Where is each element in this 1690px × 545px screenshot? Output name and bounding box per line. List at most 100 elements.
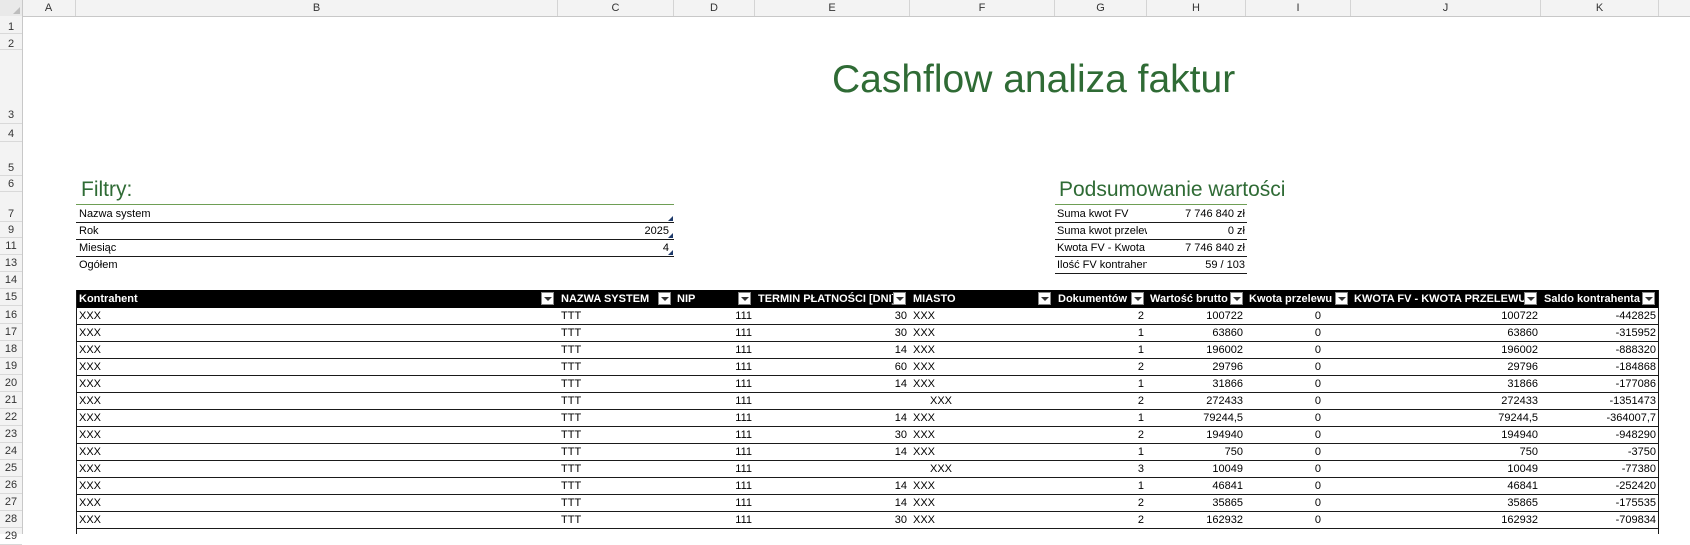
column-header-g[interactable]: G bbox=[1055, 0, 1147, 16]
row-header-16[interactable]: 16 bbox=[0, 306, 22, 324]
row-header-9[interactable]: 9 bbox=[0, 222, 22, 238]
row-header-18[interactable]: 18 bbox=[0, 341, 22, 358]
cell-kontrahent[interactable]: XXX bbox=[76, 342, 558, 358]
cell-kwota-przelewu[interactable]: 0 bbox=[1246, 308, 1351, 324]
table-row[interactable]: XXX TTT 111 30 XXX 2 194940 0 194940 -94… bbox=[76, 427, 1659, 444]
cell-nip[interactable]: 111 bbox=[674, 376, 755, 392]
cell-dokumentow[interactable]: 1 bbox=[1055, 342, 1147, 358]
cell-saldo[interactable]: -3750 bbox=[1541, 444, 1659, 460]
cell-nip[interactable]: 111 bbox=[674, 342, 755, 358]
filter-dropdown-icon[interactable] bbox=[658, 292, 671, 305]
header-kwota-przelewu[interactable]: Kwota przelewu bbox=[1246, 290, 1351, 308]
row-header-7[interactable]: 7 bbox=[0, 192, 22, 222]
row-header-29[interactable]: 29 bbox=[0, 528, 22, 545]
cell-dokumentow[interactable]: 3 bbox=[1055, 461, 1147, 477]
cell-kwota-przelewu[interactable]: 0 bbox=[1246, 495, 1351, 511]
cell-miasto[interactable]: XXX bbox=[910, 325, 1055, 341]
cell-miasto[interactable]: XXX bbox=[910, 393, 1055, 409]
cell-termin[interactable]: 30 bbox=[755, 427, 910, 443]
cell-nazwa-system[interactable]: TTT bbox=[558, 478, 674, 494]
header-dokumentow[interactable]: Dokumentów bbox=[1055, 290, 1147, 308]
cell-kwota-fv-roznica[interactable]: 194940 bbox=[1351, 427, 1541, 443]
cell-saldo[interactable]: -77380 bbox=[1541, 461, 1659, 477]
cell-nip[interactable]: 111 bbox=[674, 512, 755, 528]
cell-nazwa-system[interactable]: TTT bbox=[558, 427, 674, 443]
cell-kontrahent[interactable]: XXX bbox=[76, 478, 558, 494]
cell-kwota-fv-roznica[interactable]: 162932 bbox=[1351, 512, 1541, 528]
filter-dropdown-icon[interactable] bbox=[1038, 292, 1051, 305]
cell-wartosc-brutto[interactable]: 35865 bbox=[1147, 495, 1246, 511]
cell-kontrahent[interactable]: XXX bbox=[76, 427, 558, 443]
column-header-f[interactable]: F bbox=[910, 0, 1055, 16]
cell-kwota-fv-roznica[interactable]: 10049 bbox=[1351, 461, 1541, 477]
cell-kontrahent[interactable]: XXX bbox=[76, 461, 558, 477]
cell-termin[interactable] bbox=[755, 461, 910, 477]
table-row[interactable]: XXX TTT 111 XXX 2 272433 0 272433 -13514… bbox=[76, 393, 1659, 410]
cell-nip[interactable]: 111 bbox=[674, 410, 755, 426]
filter-dropdown-icon[interactable] bbox=[541, 292, 554, 305]
filter-dropdown-icon[interactable] bbox=[1335, 292, 1348, 305]
filter-nazwa-system[interactable]: Nazwa system bbox=[76, 206, 674, 223]
header-kwota-fv-kwota-przelewu[interactable]: KWOTA FV - KWOTA PRZELEWU bbox=[1351, 290, 1541, 308]
select-all-corner[interactable] bbox=[0, 0, 23, 16]
cell-kwota-przelewu[interactable]: 0 bbox=[1246, 376, 1351, 392]
header-termin-platnosci[interactable]: TERMIN PŁATNOŚCI [DNI] bbox=[755, 290, 910, 308]
filter-dropdown-icon[interactable] bbox=[738, 292, 751, 305]
row-header-5[interactable]: 5 bbox=[0, 142, 22, 176]
filter-ogolem[interactable]: Ogółem bbox=[76, 257, 674, 274]
cell-miasto[interactable]: XXX bbox=[910, 308, 1055, 324]
cell-saldo[interactable]: -175535 bbox=[1541, 495, 1659, 511]
cell-nazwa-system[interactable]: TTT bbox=[558, 393, 674, 409]
cell-dokumentow[interactable]: 1 bbox=[1055, 478, 1147, 494]
cell-kontrahent[interactable]: XXX bbox=[76, 512, 558, 528]
cell-kwota-przelewu[interactable]: 0 bbox=[1246, 461, 1351, 477]
cell-saldo[interactable]: -364007,7 bbox=[1541, 410, 1659, 426]
row-header-27[interactable]: 27 bbox=[0, 494, 22, 511]
cell-miasto[interactable]: XXX bbox=[910, 427, 1055, 443]
cell-termin[interactable]: 30 bbox=[755, 308, 910, 324]
cell-termin[interactable]: 14 bbox=[755, 410, 910, 426]
filter-dropdown-icon[interactable] bbox=[1131, 292, 1144, 305]
table-row[interactable]: XXX TTT 111 60 XXX 2 29796 0 29796 -1848… bbox=[76, 359, 1659, 376]
column-header-c[interactable]: C bbox=[558, 0, 674, 16]
filter-dropdown-icon[interactable] bbox=[1642, 292, 1655, 305]
cell-dokumentow[interactable]: 2 bbox=[1055, 393, 1147, 409]
cell-nip[interactable]: 111 bbox=[674, 308, 755, 324]
cell-nip[interactable]: 111 bbox=[674, 478, 755, 494]
filter-dropdown-icon[interactable] bbox=[1230, 292, 1243, 305]
cell-dokumentow[interactable]: 1 bbox=[1055, 410, 1147, 426]
cell-saldo[interactable]: -184868 bbox=[1541, 359, 1659, 375]
cell-saldo[interactable]: -709834 bbox=[1541, 512, 1659, 528]
filter-dropdown-icon[interactable] bbox=[1524, 292, 1537, 305]
cell-kwota-fv-roznica[interactable]: 79244,5 bbox=[1351, 410, 1541, 426]
cell-miasto[interactable]: XXX bbox=[910, 461, 1055, 477]
cell-wartosc-brutto[interactable]: 10049 bbox=[1147, 461, 1246, 477]
row-header-21[interactable]: 21 bbox=[0, 392, 22, 409]
cell-nip[interactable]: 111 bbox=[674, 393, 755, 409]
column-header-a[interactable]: A bbox=[22, 0, 76, 16]
cell-nazwa-system[interactable]: TTT bbox=[558, 495, 674, 511]
table-row[interactable]: XXX TTT 111 14 XXX 1 79244,5 0 79244,5 -… bbox=[76, 410, 1659, 427]
cell-termin[interactable]: 14 bbox=[755, 478, 910, 494]
cell-kwota-przelewu[interactable]: 0 bbox=[1246, 410, 1351, 426]
table-row[interactable]: XXX TTT 111 14 XXX 1 750 0 750 -3750 bbox=[76, 444, 1659, 461]
table-row[interactable]: XXX TTT 111 30 XXX 2 100722 0 100722 -44… bbox=[76, 308, 1659, 325]
cell-nip[interactable]: 111 bbox=[674, 325, 755, 341]
header-nazwa-system[interactable]: NAZWA SYSTEM bbox=[558, 290, 674, 308]
column-header-b[interactable]: B bbox=[76, 0, 558, 16]
cell-kontrahent[interactable]: XXX bbox=[76, 410, 558, 426]
table-row[interactable]: XXX TTT 111 14 XXX 1 46841 0 46841 -2524… bbox=[76, 478, 1659, 495]
cell-dokumentow[interactable]: 2 bbox=[1055, 427, 1147, 443]
table-row[interactable]: XXX TTT 111 14 XXX 1 196002 0 196002 -88… bbox=[76, 342, 1659, 359]
row-header-26[interactable]: 26 bbox=[0, 477, 22, 494]
cell-dokumentow[interactable]: 2 bbox=[1055, 495, 1147, 511]
cell-miasto[interactable]: XXX bbox=[910, 376, 1055, 392]
header-nip[interactable]: NIP bbox=[674, 290, 755, 308]
cell-wartosc-brutto[interactable]: 162932 bbox=[1147, 512, 1246, 528]
cell-saldo[interactable]: -948290 bbox=[1541, 427, 1659, 443]
cell-kontrahent[interactable]: XXX bbox=[76, 325, 558, 341]
row-header-4[interactable]: 4 bbox=[0, 124, 22, 142]
row-header-24[interactable]: 24 bbox=[0, 443, 22, 460]
cell-kwota-fv-roznica[interactable]: 46841 bbox=[1351, 478, 1541, 494]
cell-kwota-fv-roznica[interactable]: 31866 bbox=[1351, 376, 1541, 392]
